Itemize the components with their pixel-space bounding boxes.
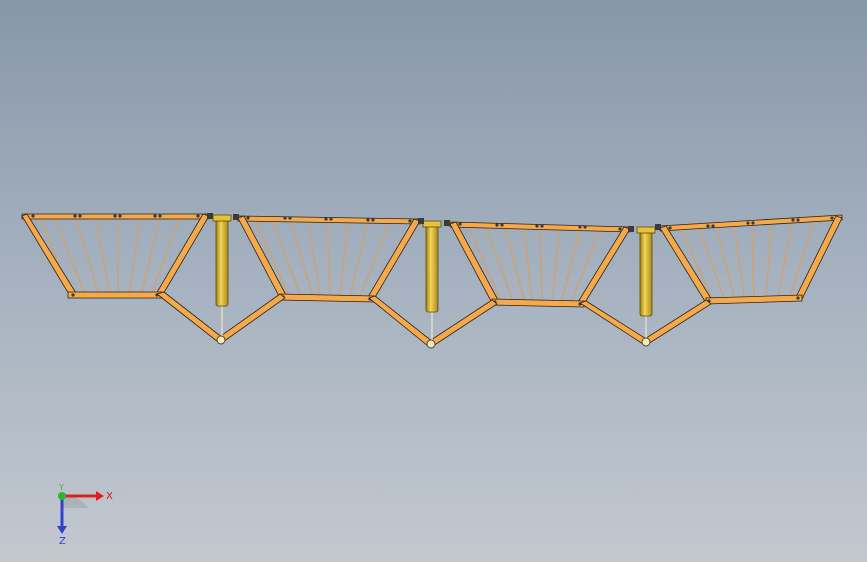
actuator-1-pivot	[216, 335, 226, 345]
orientation-triad[interactable]: X Y Z	[38, 478, 118, 548]
z-axis-label: Z	[59, 536, 66, 547]
3d-viewport[interactable]: X Y Z	[0, 0, 867, 562]
z-axis-arrowhead	[57, 526, 67, 534]
actuator-3-cylinder	[639, 229, 653, 317]
truss-module-1[interactable]	[21, 213, 210, 299]
actuator-3-pivot	[641, 337, 651, 347]
actuator-2-cap	[422, 220, 442, 228]
actuator-3[interactable]	[579, 226, 712, 347]
actuator-1[interactable]	[156, 214, 286, 345]
actuator-3-cap	[636, 226, 656, 234]
x-axis-arrowhead	[96, 491, 104, 501]
actuator-1-cylinder	[215, 217, 229, 307]
triad-plane-shade	[62, 495, 88, 508]
frame-1-joints	[31, 214, 200, 297]
x-axis-label: X	[106, 491, 113, 502]
actuator-2-pivot	[426, 339, 436, 349]
truss-assembly-model[interactable]	[0, 0, 867, 562]
actuator-2-cylinder	[425, 223, 439, 313]
y-axis-label: Y	[58, 483, 64, 492]
y-axis-dot	[58, 492, 66, 500]
truss-module-3[interactable]	[449, 221, 631, 308]
actuator-2[interactable]	[368, 220, 498, 349]
actuator-1-cap	[212, 214, 232, 222]
truss-module-2[interactable]	[237, 215, 421, 303]
frame-1	[21, 213, 210, 299]
frame-4	[659, 214, 843, 305]
truss-module-4[interactable]	[659, 214, 843, 305]
